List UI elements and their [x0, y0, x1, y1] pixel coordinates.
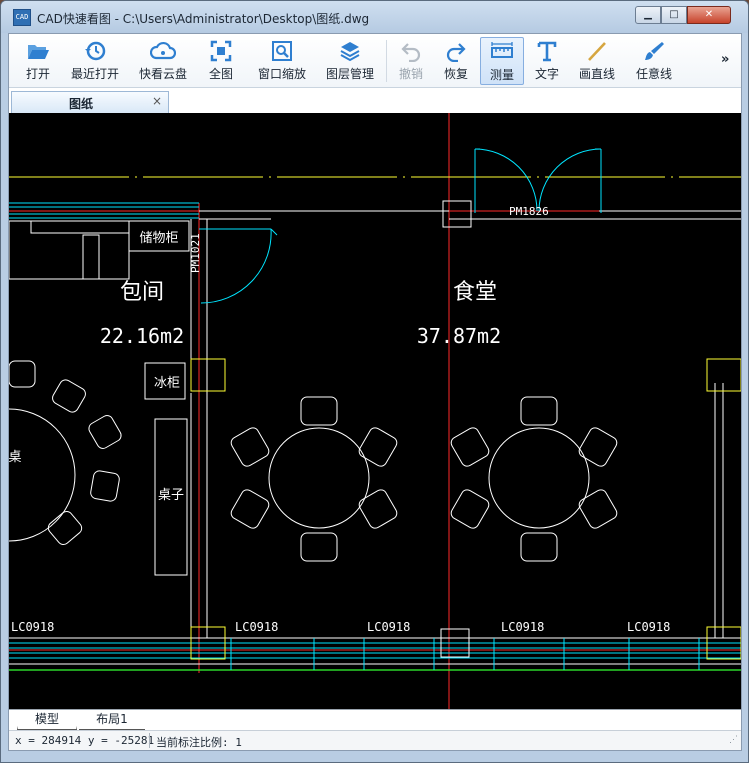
text-label: 文字 [534, 67, 559, 81]
title-bar[interactable]: CAD CAD快速看图 - C:\Users\Administrator\Des… [1, 1, 748, 33]
app-icon: CAD [13, 9, 31, 26]
window-title: CAD快速看图 - C:\Users\Administrator\Desktop… [37, 12, 370, 26]
fit-all-icon [210, 40, 232, 62]
window-tag-5: LC0918 [627, 620, 670, 634]
drawing-canvas[interactable]: 包间 22.16m2 食堂 37.87m2 储物柜 冰柜 桌子 桌 PM1021… [9, 113, 741, 709]
room-area-private: 22.16m2 [100, 324, 184, 348]
text-button[interactable]: 文字 [527, 37, 567, 85]
measure-label: 测量 [489, 68, 514, 82]
brush-icon [645, 42, 664, 60]
open-button[interactable]: 打开 [15, 37, 61, 85]
layer-manager-button[interactable]: 图层管理 [317, 37, 383, 85]
undo-button[interactable]: 撤销 [391, 37, 431, 85]
redo-label: 恢复 [443, 67, 468, 81]
minimize-button[interactable]: ▁ [635, 6, 661, 24]
recent-open-button[interactable]: 最近打开 [63, 37, 127, 85]
toolbar: 打开 最近打开 快看云盘 全图 窗口缩放 图层管理 撤销 恢复 测量 文字 画直… [9, 34, 741, 88]
redo-icon [446, 43, 466, 62]
cloud-drive-button[interactable]: 快看云盘 [131, 37, 195, 85]
document-tab-label: 图纸 [69, 97, 94, 111]
measure-button[interactable]: 测量 [480, 37, 524, 85]
window-zoom-button[interactable]: 窗口缩放 [249, 37, 315, 85]
columns [190, 200, 741, 660]
cloud-icon [150, 41, 176, 60]
room-name-private: 包间 [120, 280, 164, 305]
window-tag-3: LC0918 [367, 620, 410, 634]
single-door [199, 228, 278, 304]
room-area-canteen: 37.87m2 [417, 324, 501, 348]
status-divider [149, 733, 150, 748]
undo-label: 撤销 [398, 67, 423, 81]
document-tab-bar: 图纸 × [9, 89, 741, 113]
annotation-scale: 当前标注比例: 1 [156, 736, 242, 749]
full-view-button[interactable]: 全图 [199, 37, 243, 85]
room-name-canteen: 食堂 [453, 280, 497, 305]
layout-tab-bar: 模型 布局1 [9, 709, 741, 730]
open-label: 打开 [25, 67, 50, 81]
dining-table-left-partial [9, 360, 122, 546]
maximize-button[interactable]: □ [661, 6, 687, 24]
window-tag-4: LC0918 [501, 620, 544, 634]
freehand-line-button[interactable]: 任意线 [627, 37, 681, 85]
freezer-label: 冰柜 [154, 376, 180, 391]
text-T-icon [537, 41, 557, 62]
layers-icon [340, 42, 360, 62]
bottom-windows [9, 638, 741, 671]
toolbar-separator [386, 40, 387, 82]
floor-plan-drawing: 包间 22.16m2 食堂 37.87m2 储物柜 冰柜 桌子 桌 PM1021… [9, 113, 741, 709]
document-tab[interactable]: 图纸 × [11, 91, 169, 113]
recent-open-label: 最近打开 [70, 67, 119, 81]
client-area: 打开 最近打开 快看云盘 全图 窗口缩放 图层管理 撤销 恢复 测量 文字 画直… [8, 33, 742, 751]
close-button[interactable]: ✕ [687, 6, 731, 24]
tab-close-icon[interactable]: × [152, 94, 162, 108]
sofa-block [9, 220, 190, 576]
tab-layout1[interactable]: 布局1 [79, 710, 145, 730]
dining-table-right [450, 396, 618, 562]
line-icon [588, 42, 606, 61]
status-bar: x = 284914 y = -25281 当前标注比例: 1 ⋰ [9, 730, 741, 750]
window-zoom-label: 窗口缩放 [257, 67, 306, 81]
full-view-label: 全图 [208, 67, 233, 81]
door-tag-pm1826: PM1826 [509, 205, 549, 218]
folder-open-icon [28, 45, 49, 59]
app-window: CAD CAD快速看图 - C:\Users\Administrator\Des… [0, 0, 749, 763]
history-clock-icon [85, 41, 106, 61]
redo-button[interactable]: 恢复 [435, 37, 477, 85]
draw-line-button[interactable]: 画直线 [571, 37, 623, 85]
draw-line-label: 画直线 [578, 67, 615, 81]
ruler-icon [491, 42, 513, 58]
tab-model[interactable]: 模型 [17, 710, 77, 730]
toolbar-overflow-button[interactable]: » [721, 52, 729, 67]
wall-lines [9, 202, 741, 639]
window-tag-1: LC0918 [11, 620, 54, 634]
undo-icon [401, 43, 421, 62]
partial-table-label: 桌 [9, 450, 22, 465]
window-tag-2: LC0918 [235, 620, 278, 634]
resize-grip-icon[interactable]: ⋰ [729, 735, 738, 745]
dining-table-center [230, 396, 398, 562]
storage-cabinet-label: 储物柜 [139, 231, 178, 246]
freehand-line-label: 任意线 [635, 67, 672, 81]
table-furniture-label: 桌子 [158, 488, 184, 503]
double-door [474, 148, 602, 213]
cloud-drive-label: 快看云盘 [138, 67, 187, 81]
layer-manager-label: 图层管理 [325, 67, 374, 81]
door-tag-pm1021: PM1021 [189, 233, 202, 273]
cursor-coordinates: x = 284914 y = -25281 [15, 734, 155, 747]
window-zoom-icon [272, 41, 292, 61]
